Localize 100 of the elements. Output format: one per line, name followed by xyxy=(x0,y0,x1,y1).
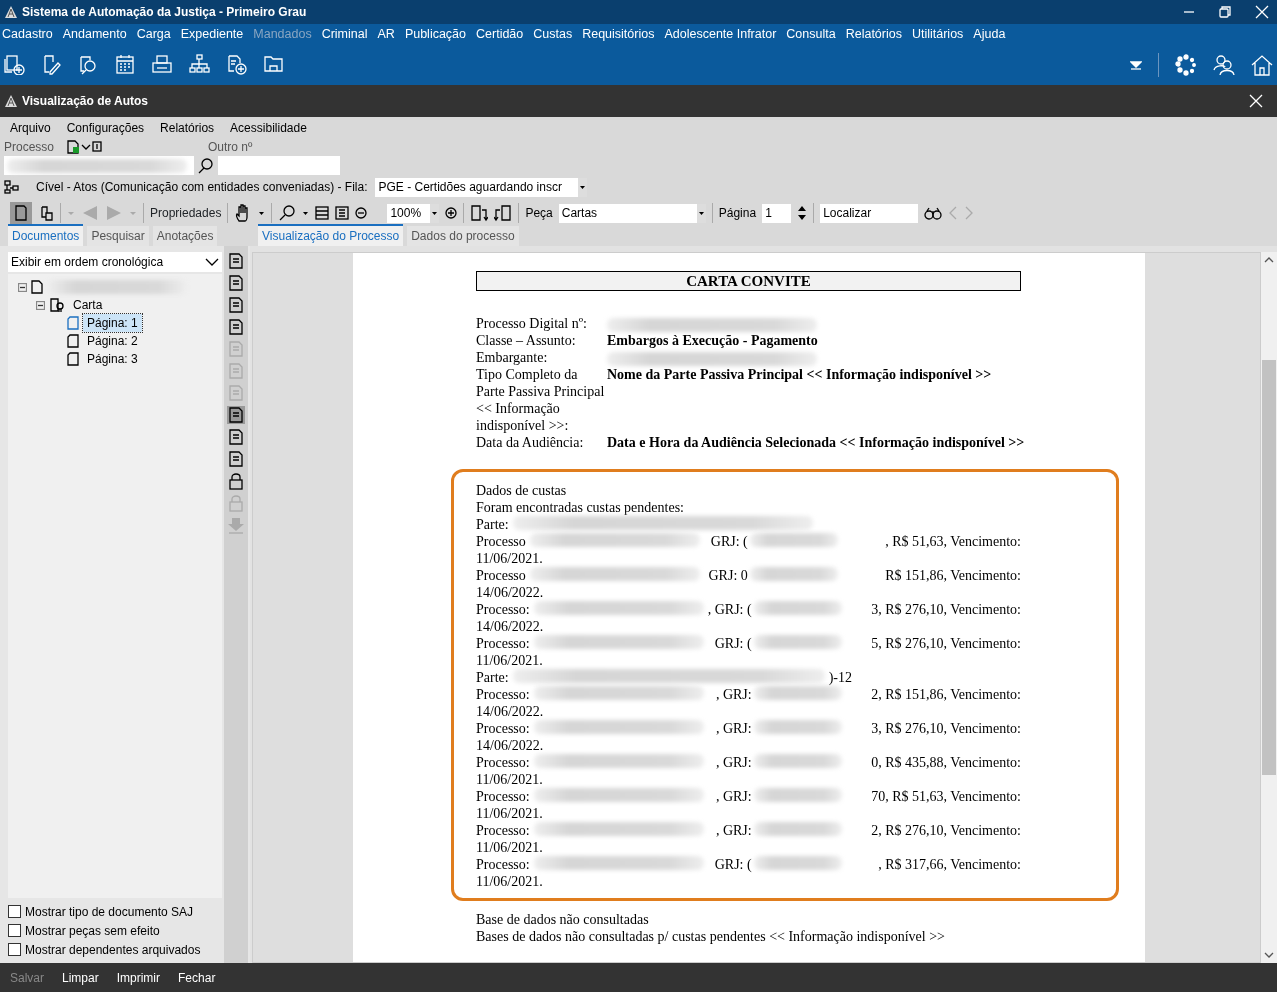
document-text: 14/06/2022. xyxy=(476,703,545,720)
note-icon[interactable] xyxy=(227,406,245,424)
document-text: 2, R$ 151,86, Vencimento: xyxy=(870,686,1021,703)
document-icon[interactable] xyxy=(66,140,80,154)
menu-item[interactable]: Consulta xyxy=(786,24,836,44)
menu-item[interactable]: Criminal xyxy=(321,24,368,44)
footer-button[interactable]: Imprimir xyxy=(116,968,161,987)
checkbox[interactable] xyxy=(8,924,21,937)
menu-item[interactable]: Adolescente Infrator xyxy=(664,24,777,44)
restore-icon[interactable] xyxy=(1219,6,1231,18)
menu-item[interactable]: Configurações xyxy=(66,118,145,137)
search-icon[interactable] xyxy=(198,157,214,174)
pages-icon[interactable] xyxy=(38,205,54,221)
fit-width-icon[interactable] xyxy=(315,206,330,220)
other-number-field[interactable] xyxy=(218,156,340,175)
lock-icon[interactable] xyxy=(227,472,245,490)
field-label: Peça xyxy=(525,205,553,222)
menu-item[interactable]: Certidão xyxy=(476,24,524,44)
process-number-field[interactable] xyxy=(4,156,194,175)
page-view-icon[interactable] xyxy=(10,202,32,224)
spinner-icon[interactable] xyxy=(797,204,808,222)
chevron-down-icon[interactable] xyxy=(205,257,219,267)
menu-item[interactable]: Ajuda xyxy=(973,24,1006,44)
caret-icon[interactable] xyxy=(430,203,440,223)
add-note-icon[interactable] xyxy=(227,450,245,468)
menu-item[interactable]: Carga xyxy=(136,24,171,44)
order-select[interactable]: Exibir em ordem cronológica xyxy=(8,252,222,272)
menu-item[interactable]: Utilitários xyxy=(911,24,964,44)
home-icon[interactable] xyxy=(1251,53,1273,76)
close-icon[interactable] xyxy=(1255,5,1269,19)
menu-item[interactable]: Publicação xyxy=(404,24,467,44)
users-icon[interactable] xyxy=(1213,53,1235,76)
tab[interactable]: Anotações xyxy=(152,226,218,246)
menu-item[interactable]: Relatórios xyxy=(160,118,215,137)
menu-item[interactable]: Requisitórios xyxy=(582,24,655,44)
checkbox-label[interactable]: Mostrar dependentes arquivados xyxy=(25,940,201,959)
tree-view-icon[interactable] xyxy=(227,252,245,270)
checkbox[interactable] xyxy=(8,905,21,918)
footer-button[interactable]: Fechar xyxy=(178,968,216,987)
caret-icon[interactable] xyxy=(302,209,310,217)
tree-item[interactable]: Carta xyxy=(69,296,107,314)
fit-page-icon[interactable] xyxy=(335,206,350,220)
dropdown-icon[interactable] xyxy=(1130,58,1142,71)
menu-item[interactable]: Cadastro xyxy=(2,24,53,44)
certificate-icon[interactable] xyxy=(227,296,245,314)
tree-item[interactable]: Página: 2 xyxy=(83,332,142,350)
queue-select[interactable]: PGE - Certidões aguardando inscr xyxy=(375,177,588,197)
collapse-icon[interactable] xyxy=(36,300,45,310)
menu-item[interactable]: Expediente xyxy=(180,24,244,44)
menu-item[interactable]: Arquivo xyxy=(10,118,51,137)
rotate-left-icon[interactable] xyxy=(494,204,513,222)
calendar-icon[interactable] xyxy=(115,54,136,75)
menu-item[interactable]: AR xyxy=(377,24,395,44)
checkbox-label[interactable]: Mostrar peças sem efeito xyxy=(25,921,160,940)
document-add-icon[interactable] xyxy=(226,54,247,75)
add-files-icon[interactable] xyxy=(4,54,25,75)
menu-item[interactable]: Relatórios xyxy=(845,24,902,44)
checkbox-label[interactable]: Mostrar tipo de documento SAJ xyxy=(25,902,194,921)
search-document-icon[interactable] xyxy=(78,54,99,75)
tree-item[interactable]: Página: 3 xyxy=(83,350,142,368)
menu-item[interactable]: Andamento xyxy=(62,24,127,44)
rotate-right-icon[interactable] xyxy=(470,204,489,222)
tab[interactable]: Documentos xyxy=(8,224,84,246)
find-field[interactable]: Localizar xyxy=(820,203,919,223)
menu-item[interactable]: Custas xyxy=(533,24,573,44)
tab[interactable]: Dados do processo xyxy=(407,226,519,246)
hierarchy-icon[interactable] xyxy=(189,54,210,75)
zoom-out-icon[interactable] xyxy=(355,207,368,219)
menu-item[interactable]: Acessibilidade xyxy=(230,118,307,137)
zoom-icon[interactable] xyxy=(278,204,297,222)
list-view-icon[interactable] xyxy=(227,274,245,292)
caret-icon[interactable] xyxy=(258,209,266,217)
caret-icon[interactable] xyxy=(696,203,706,223)
piece-select[interactable]: Cartas xyxy=(558,203,706,223)
remove-document-icon[interactable] xyxy=(227,318,245,336)
tab[interactable]: Visualização do Processo xyxy=(258,224,404,246)
scrollbar-thumb[interactable] xyxy=(1262,360,1276,775)
loading-icon[interactable] xyxy=(1175,53,1197,76)
field-value: Embargos à Execução - Pagamento xyxy=(607,332,819,349)
scroll-down-icon[interactable] xyxy=(1264,951,1274,959)
info-icon[interactable] xyxy=(92,141,102,153)
footer-button[interactable]: Limpar xyxy=(62,968,99,987)
tab[interactable]: Pesquisar xyxy=(87,226,149,246)
binoculars-icon[interactable] xyxy=(924,206,943,220)
document-text: Processo: xyxy=(476,822,530,839)
zoom-in-icon[interactable] xyxy=(445,207,458,219)
checkbox[interactable] xyxy=(8,943,21,956)
printer-icon[interactable] xyxy=(152,54,173,75)
note-list-icon[interactable] xyxy=(227,428,245,446)
page-field[interactable]: 1 xyxy=(762,203,792,223)
scroll-up-icon[interactable] xyxy=(1264,256,1274,264)
tree-item[interactable]: Página: 1 xyxy=(83,314,142,332)
edit-document-icon[interactable] xyxy=(41,54,62,75)
folder-icon[interactable] xyxy=(263,54,284,75)
collapse-icon[interactable] xyxy=(18,282,27,292)
close-icon[interactable] xyxy=(1249,94,1263,108)
properties-button[interactable]: Propriedades xyxy=(150,204,222,222)
page-icon xyxy=(67,352,79,366)
zoom-field[interactable]: 100% xyxy=(387,203,440,223)
caret-icon[interactable] xyxy=(578,177,588,197)
